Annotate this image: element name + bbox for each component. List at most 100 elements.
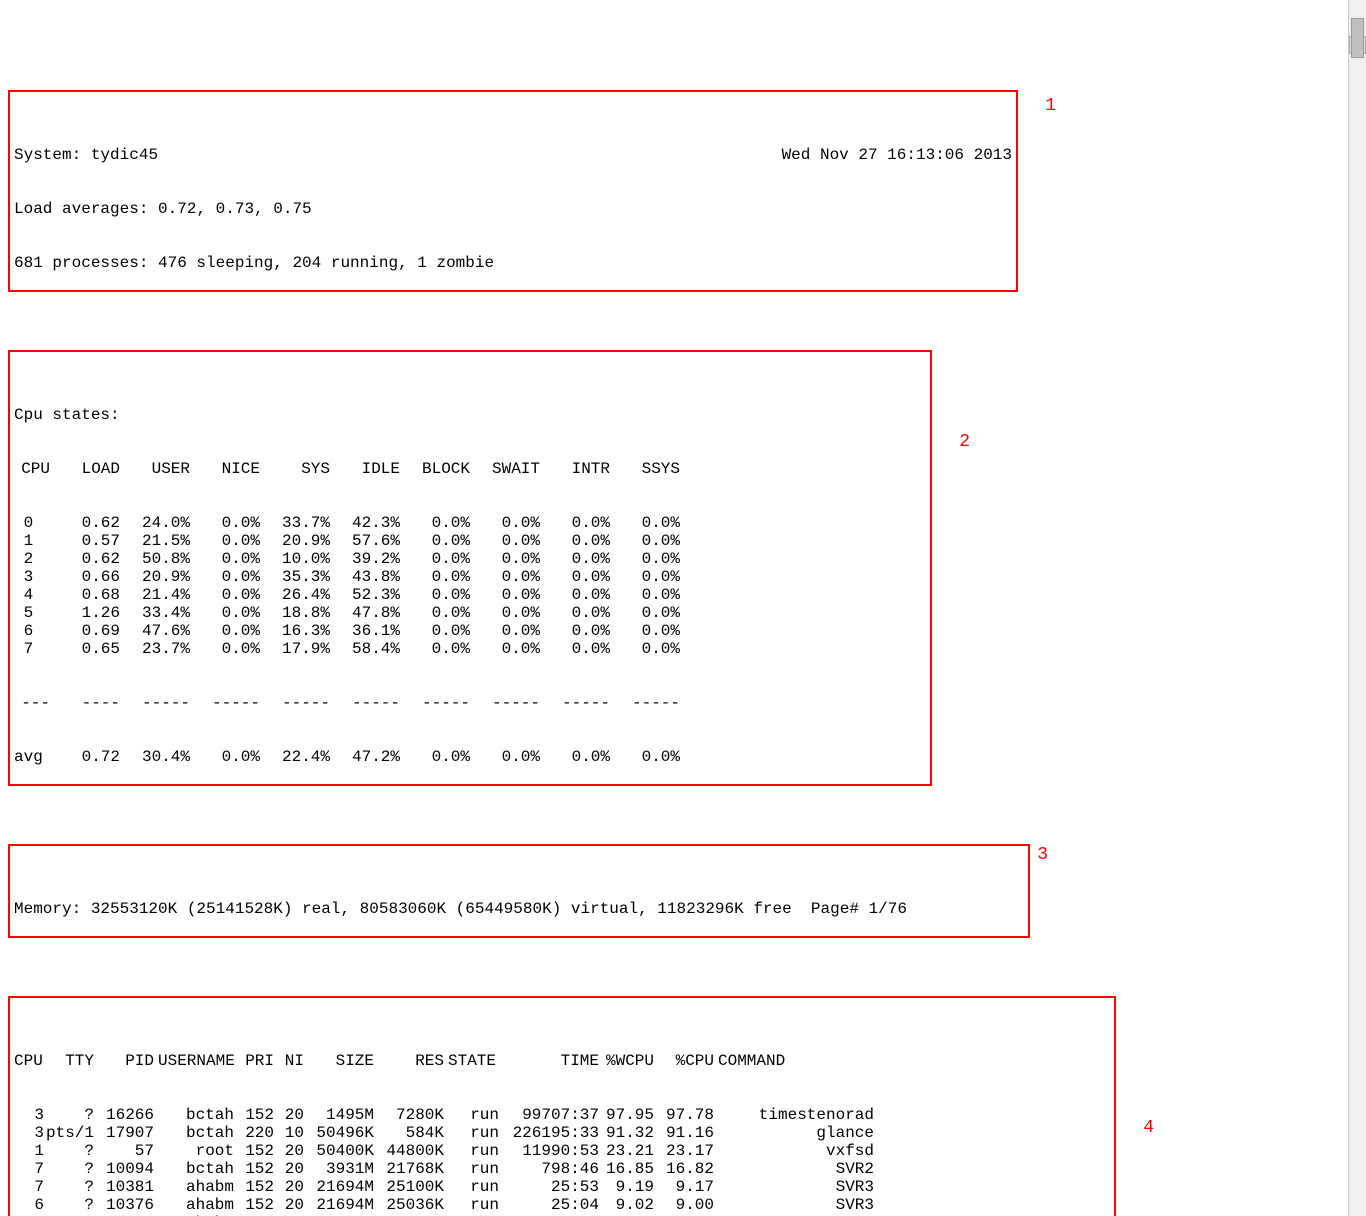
annotation-4: 4 [1143,1118,1154,1138]
proc-cell-cpu: 0 [14,1214,44,1216]
proc-cell-size: 21694M [304,1196,374,1214]
proc-cell-tty: ? [44,1178,94,1196]
proc-header-pctwcpu: %WCPU [599,1052,654,1070]
proc-cell-pid: 57 [94,1142,154,1160]
proc-cell-pid: 17907 [94,1124,154,1142]
cpu-avg-cpu: avg [14,748,50,766]
cpu-cell-nice: 0.0% [190,550,260,568]
proc-cell-cmd: timestenorad [714,1106,874,1124]
proc-cell-tty: ? [44,1142,94,1160]
cpu-cell-intr: 0.0% [540,604,610,622]
cpu-cell-ssys: 0.0% [610,622,680,640]
cpu-cell-idle: 43.8% [330,568,400,586]
cpu-header-row: CPULOADUSERNICESYSIDLEBLOCKSWAITINTRSSYS [14,460,926,478]
proc-cell-wcpu: 16.85 [599,1160,654,1178]
proc-header-command: COMMAND [714,1052,874,1070]
proc-cell-pcpu: 23.17 [654,1142,714,1160]
cpu-cell-user: 21.4% [120,586,190,604]
cpu-row: 51.2633.4%0.0%18.8%47.8%0.0%0.0%0.0%0.0% [14,604,926,622]
cpu-body: 00.6224.0%0.0%33.7%42.3%0.0%0.0%0.0%0.0%… [14,514,926,658]
cpu-cell-block: 0.0% [400,550,470,568]
cpu-avg-swait: 0.0% [470,748,540,766]
proc-cell-size: 21694M [304,1214,374,1216]
annotation-2: 2 [959,432,970,452]
cpu-cell-cpu: 4 [14,586,50,604]
cpu-cell-idle: 47.8% [330,604,400,622]
scroll-thumb[interactable] [1351,18,1364,58]
proc-header-ni: NI [274,1052,304,1070]
cpu-cell-swait: 0.0% [470,532,540,550]
cpu-cell-intr: 0.0% [540,640,610,658]
proc-header-res: RES [374,1052,444,1070]
proc-header-tty: TTY [44,1052,94,1070]
cpu-avg-block: 0.0% [400,748,470,766]
proc-cell-user: bctah [154,1124,234,1142]
proc-cell-wcpu: 9.02 [599,1196,654,1214]
vertical-scrollbar[interactable]: ▲ ▼ [1348,0,1366,1216]
cpu-states-box: 2 Cpu states: CPULOADUSERNICESYSIDLEBLOC… [8,350,932,786]
cpu-cell-idle: 36.1% [330,622,400,640]
process-row: 1?57root1522050400K44800Krun11990:5323.2… [14,1142,1110,1160]
proc-cell-size: 3931M [304,1160,374,1178]
proc-cell-pid: 10373 [94,1214,154,1216]
cpu-cell-intr: 0.0% [540,622,610,640]
process-row: 6?10376ahabm1522021694M25036Krun25:049.0… [14,1196,1110,1214]
cpu-cell-swait: 0.0% [470,514,540,532]
proc-header-time: TIME [499,1052,599,1070]
proc-cell-time: 25:53 [499,1178,599,1196]
proc-header-size: SIZE [304,1052,374,1070]
proc-cell-tty: ? [44,1160,94,1178]
proc-cell-user: ahabm [154,1196,234,1214]
proc-cell-user: ahabm [154,1214,234,1216]
cpu-row: 30.6620.9%0.0%35.3%43.8%0.0%0.0%0.0%0.0% [14,568,926,586]
annotation-1: 1 [1045,96,1056,116]
proc-cell-state: run [444,1106,499,1124]
annotation-3: 3 [1037,845,1048,865]
process-header-row: CPUTTYPIDUSERNAMEPRINISIZERESSTATETIME%W… [14,1052,1110,1070]
cpu-cell-nice: 0.0% [190,640,260,658]
proc-cell-res: 25100K [374,1178,444,1196]
proc-cell-cmd: SVR3 [714,1178,874,1196]
proc-cell-state: run [444,1142,499,1160]
proc-cell-user: bctah [154,1106,234,1124]
proc-cell-res: 44800K [374,1142,444,1160]
proc-cell-state: run [444,1124,499,1142]
cpu-cell-load: 0.62 [50,514,120,532]
cpu-avg-intr: 0.0% [540,748,610,766]
memory-box: 3 Memory: 32553120K (25141528K) real, 80… [8,844,1030,938]
proc-cell-wcpu: 97.95 [599,1106,654,1124]
cpu-cell-sys: 33.7% [260,514,330,532]
cpu-cell-swait: 0.0% [470,622,540,640]
cpu-cell-swait: 0.0% [470,550,540,568]
proc-cell-size: 50400K [304,1142,374,1160]
proc-cell-pri: 152 [234,1196,274,1214]
proc-cell-pri: 152 [234,1106,274,1124]
proc-cell-tty: ? [44,1214,94,1216]
proc-cell-res: 25196K [374,1214,444,1216]
cpu-cell-idle: 39.2% [330,550,400,568]
proc-cell-wcpu: 9.19 [599,1178,654,1196]
proc-cell-ni: 20 [274,1178,304,1196]
cpu-header-ssys: SSYS [610,460,680,478]
cpu-cell-cpu: 7 [14,640,50,658]
proc-cell-wcpu: 23.21 [599,1142,654,1160]
proc-cell-tty: pts/1 [44,1124,94,1142]
cpu-cell-load: 0.68 [50,586,120,604]
cpu-cell-swait: 0.0% [470,568,540,586]
cpu-cell-load: 0.65 [50,640,120,658]
cpu-separator: ----------------------------------------… [14,694,926,712]
cpu-cell-nice: 0.0% [190,514,260,532]
cpu-cell-load: 0.62 [50,550,120,568]
cpu-cell-user: 47.6% [120,622,190,640]
cpu-cell-ssys: 0.0% [610,568,680,586]
cpu-header-load: LOAD [50,460,120,478]
cpu-row: 00.6224.0%0.0%33.7%42.3%0.0%0.0%0.0%0.0% [14,514,926,532]
system-line: System: tydic45 Wed Nov 27 16:13:06 2013 [14,146,1012,164]
proc-cell-ni: 20 [274,1196,304,1214]
cpu-cell-cpu: 0 [14,514,50,532]
proc-cell-pcpu: 7.62 [654,1214,714,1216]
cpu-cell-block: 0.0% [400,532,470,550]
cpu-cell-ssys: 0.0% [610,586,680,604]
proc-cell-state: run [444,1160,499,1178]
proc-cell-pcpu: 9.00 [654,1196,714,1214]
